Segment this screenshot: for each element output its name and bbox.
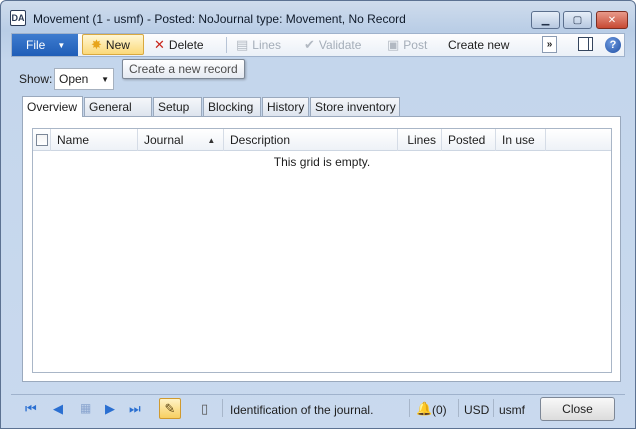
validate-button[interactable]: ✔ Validate — [304, 34, 361, 56]
create-new-label: Create new — [448, 38, 510, 52]
field-help-text: Identification of the journal. — [230, 403, 374, 417]
status-separator — [409, 399, 410, 417]
notification-count: (0) — [432, 403, 447, 417]
grid-header: Name Journal ▲ Description Lines Posted … — [33, 129, 611, 151]
company-indicator: usmf — [499, 403, 526, 417]
show-filter-select[interactable]: Open ▼ — [54, 68, 114, 90]
next-record-icon[interactable]: ▶ — [105, 402, 115, 415]
minimize-button[interactable]: ▁ — [531, 11, 560, 29]
column-header-description[interactable]: Description — [224, 129, 398, 151]
delete-icon: ✕ — [154, 37, 165, 52]
document-attachment-icon[interactable]: ▯ — [201, 401, 208, 417]
tab-general[interactable]: General — [84, 97, 152, 116]
new-record-icon: ✸ — [91, 36, 102, 52]
fact-box-pane-icon[interactable] — [578, 37, 593, 51]
status-separator — [458, 399, 459, 417]
window-close-button[interactable]: ✕ — [596, 11, 628, 29]
post-icon: ▣ — [387, 37, 400, 52]
file-menu-button[interactable]: File ▼ — [12, 34, 78, 56]
status-separator — [493, 399, 494, 417]
app-icon: DA — [10, 10, 26, 26]
column-header-name[interactable]: Name — [51, 129, 138, 151]
column-header-journal[interactable]: Journal ▲ — [138, 129, 224, 151]
delete-button[interactable]: ✕ Delete — [154, 34, 204, 56]
journal-grid: Name Journal ▲ Description Lines Posted … — [32, 128, 612, 373]
column-header-journal-label: Journal — [144, 133, 184, 147]
create-new-button[interactable]: Create new — [448, 34, 509, 56]
tab-blocking[interactable]: Blocking — [203, 97, 261, 116]
tab-overview[interactable]: Overview — [22, 96, 83, 117]
notification-bell-icon[interactable]: 🔔 — [416, 401, 432, 417]
grid-view-icon[interactable]: ▦ — [80, 402, 91, 415]
window-title: Movement (1 - usmf) - Posted: NoJournal … — [33, 12, 406, 26]
post-button[interactable]: ▣ Post — [387, 34, 427, 56]
new-label: New — [105, 37, 130, 52]
edit-mode-button[interactable]: ✎ — [159, 398, 181, 419]
show-filter-value: Open — [59, 72, 89, 86]
previous-record-icon[interactable]: ◀ — [53, 402, 63, 415]
show-filter-label: Show: — [19, 72, 53, 86]
column-header-in-use[interactable]: In use — [496, 129, 546, 151]
title-bar[interactable]: DA Movement (1 - usmf) - Posted: NoJourn… — [1, 1, 635, 31]
new-button[interactable]: ✸ New — [82, 34, 144, 55]
maximize-button[interactable]: ▢ — [563, 11, 592, 29]
delete-label: Delete — [168, 38, 204, 52]
checkmark-icon: ✔ — [304, 37, 315, 52]
new-button-tooltip: Create a new record — [122, 59, 245, 79]
action-separator — [226, 37, 227, 53]
column-header-posted[interactable]: Posted — [442, 129, 496, 151]
action-pane-more-button[interactable]: » — [542, 36, 557, 53]
help-icon[interactable]: ? — [605, 37, 621, 53]
column-header-lines[interactable]: Lines — [398, 129, 442, 151]
validate-label: Validate — [318, 38, 362, 52]
last-record-icon[interactable]: ⏭ — [129, 402, 141, 415]
pencil-icon: ✎ — [164, 400, 176, 416]
lines-button[interactable]: ▤ Lines — [236, 34, 281, 56]
grid-empty-message: This grid is empty. — [273, 155, 371, 169]
lines-icon: ▤ — [236, 37, 249, 52]
chevron-down-icon: ▼ — [101, 75, 109, 84]
file-label: File — [26, 38, 46, 52]
app-window: DA Movement (1 - usmf) - Posted: NoJourn… — [0, 0, 636, 429]
close-button[interactable]: Close — [540, 397, 615, 421]
first-record-icon[interactable]: ⏮ — [25, 402, 37, 415]
post-label: Post — [403, 38, 428, 52]
select-all-checkbox[interactable] — [36, 134, 48, 146]
status-separator — [222, 399, 223, 417]
tab-setup[interactable]: Setup — [153, 97, 202, 116]
action-pane: File ▼ ✸ New ✕ Delete ▤ Lines ✔ Validate… — [11, 33, 625, 57]
tab-store-inventory[interactable]: Store inventory — [310, 97, 400, 116]
status-bar: ⏮ ◀ ▦ ▶ ⏭ ✎ ▯ Identification of the jour… — [11, 394, 625, 422]
lines-label: Lines — [252, 38, 281, 52]
currency-indicator: USD — [464, 403, 490, 417]
sort-ascending-icon: ▲ — [207, 135, 216, 145]
chevron-down-icon: ▼ — [57, 40, 66, 50]
tab-history[interactable]: History — [262, 97, 309, 116]
select-all-column — [33, 129, 51, 151]
overview-tab-page: Name Journal ▲ Description Lines Posted … — [22, 116, 621, 382]
